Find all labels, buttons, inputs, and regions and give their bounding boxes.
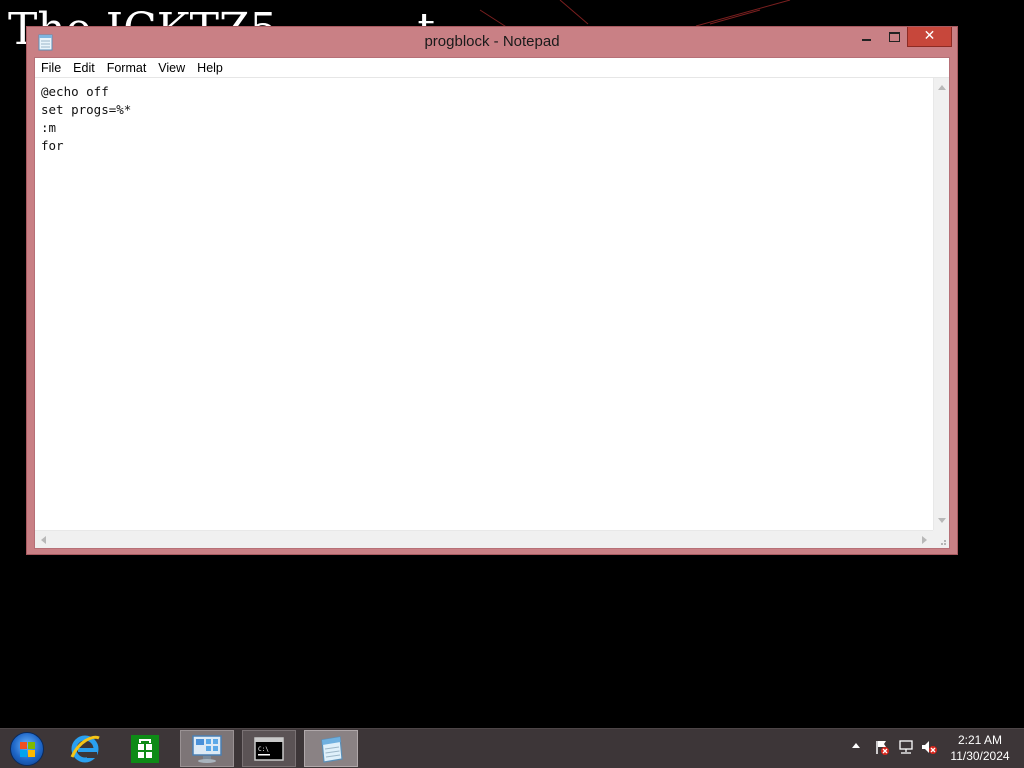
scroll-down-arrow-icon[interactable] [938,518,946,523]
window-title: progblock - Notepad [424,33,560,50]
menu-help[interactable]: Help [191,58,229,78]
scroll-up-arrow-icon[interactable] [938,85,946,90]
system-clock[interactable]: 2:21 AM 11/30/2024 [942,732,1018,764]
menu-file[interactable]: File [35,58,67,78]
clock-time: 2:21 AM [957,733,1003,747]
close-button[interactable]: ✕ [907,27,952,47]
scroll-left-arrow-icon[interactable] [41,536,46,544]
minimize-button[interactable] [853,27,881,47]
notification-area: 2:21 AM 11/30/2024 [0,729,1024,767]
show-hidden-icons-chevron-icon[interactable] [852,743,860,748]
action-center-flag-icon[interactable] [874,739,890,755]
editor-line: :m [41,120,57,135]
clock-date: 11/30/2024 [950,749,1010,763]
editor-line: for [41,138,64,153]
volume-muted-icon[interactable] [921,739,937,755]
menu-edit[interactable]: Edit [67,58,101,78]
menu-format[interactable]: Format [101,58,153,78]
maximize-button[interactable] [881,27,907,47]
editor-line: @echo off [41,84,109,99]
notepad-client-area: File Edit Format View Help @echo off set … [34,57,950,549]
taskbar: C:\ 2:21 AM 11/30/2024 [0,728,1024,768]
title-bar[interactable]: progblock - Notepad ✕ [27,27,957,57]
text-editor[interactable]: @echo off set progs=%* :m for [35,78,933,530]
resize-grip-icon[interactable] [933,530,949,548]
menu-view[interactable]: View [152,58,191,78]
editor-line: set progs=%* [41,102,132,117]
horizontal-scrollbar[interactable] [35,530,933,548]
network-icon[interactable] [898,739,914,755]
menu-bar: File Edit Format View Help [35,58,949,78]
notepad-window: progblock - Notepad ✕ File Edit Format V… [26,26,958,555]
vertical-scrollbar[interactable] [933,78,949,530]
scroll-right-arrow-icon[interactable] [922,536,927,544]
